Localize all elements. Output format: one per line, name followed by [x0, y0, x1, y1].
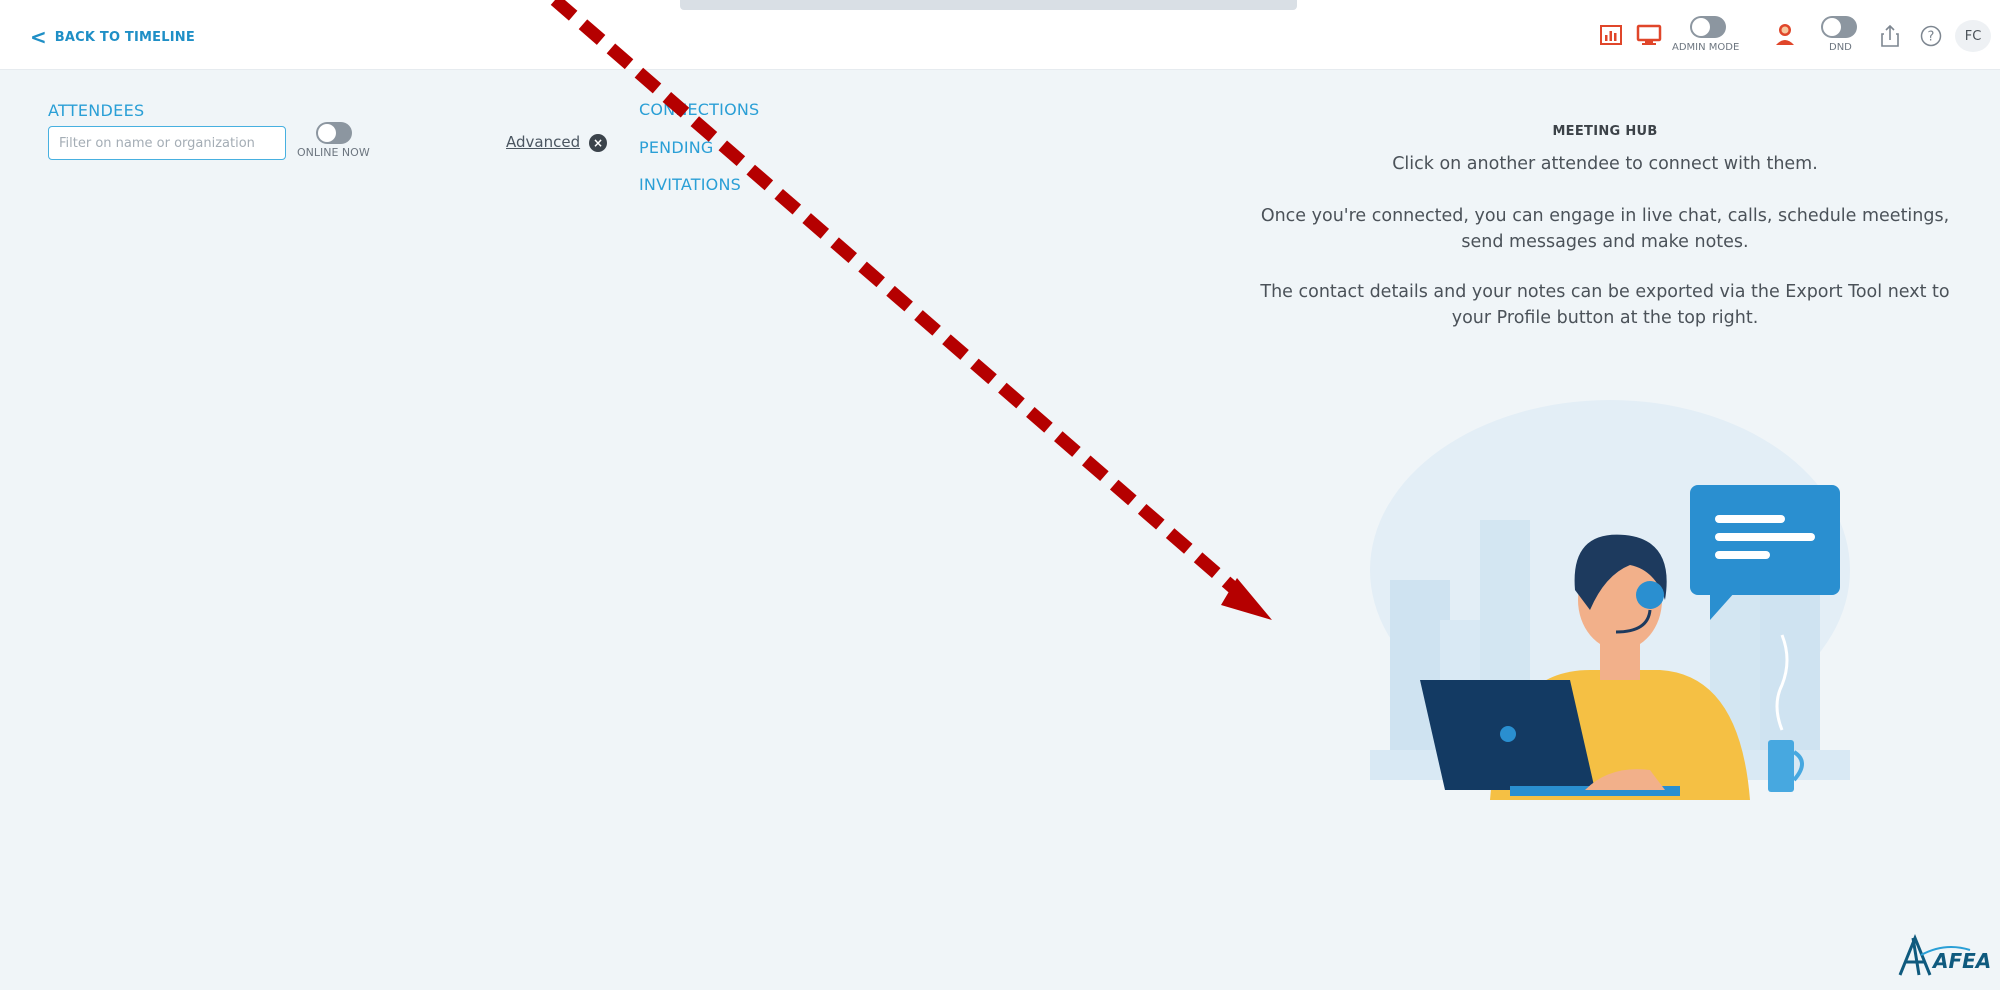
- support-agent-icon[interactable]: [1775, 22, 1795, 50]
- top-banner-strip: [680, 0, 1297, 10]
- back-to-timeline-link[interactable]: < BACK TO TIMELINE: [30, 27, 195, 47]
- hub-export-text: The contact details and your notes can b…: [1260, 282, 1950, 328]
- online-now-label: ONLINE NOW: [297, 146, 370, 159]
- tab-pending[interactable]: PENDING: [639, 138, 714, 157]
- help-icon[interactable]: ?: [1920, 25, 1942, 51]
- support-agent-illustration: [1370, 400, 1850, 800]
- tab-invitations[interactable]: INVITATIONS: [639, 175, 741, 194]
- attendee-filter-input[interactable]: [48, 126, 286, 160]
- profile-avatar[interactable]: FC: [1955, 20, 1991, 52]
- svg-text:?: ?: [1928, 30, 1935, 45]
- profile-initials: FC: [1964, 28, 1982, 44]
- clear-advanced-icon[interactable]: ×: [589, 134, 607, 152]
- admin-mode-label: ADMIN MODE: [1672, 42, 1740, 53]
- hub-connected-text: Once you're connected, you can engage in…: [1260, 206, 1950, 252]
- analytics-icon[interactable]: [1600, 25, 1622, 49]
- svg-text:AFEA: AFEA: [1931, 949, 1991, 973]
- monitor-icon[interactable]: [1636, 24, 1662, 50]
- admin-mode-toggle[interactable]: [1690, 16, 1726, 38]
- attendees-title: ATTENDEES: [48, 101, 145, 120]
- top-bar: < BACK TO TIMELINE ADMIN MODE DND ? FC: [0, 0, 2000, 70]
- export-icon[interactable]: [1881, 24, 1899, 51]
- advanced-filter-link[interactable]: Advanced: [506, 133, 580, 151]
- tab-connections[interactable]: CONNECTIONS: [639, 100, 759, 119]
- meeting-hub-panel: MEETING HUB Click on another attendee to…: [1240, 124, 1970, 331]
- back-to-timeline-label: BACK TO TIMELINE: [54, 29, 195, 45]
- dnd-label: DND: [1829, 42, 1852, 53]
- online-now-toggle[interactable]: [316, 122, 352, 144]
- hub-instruction-text: Click on another attendee to connect wit…: [1392, 154, 1818, 174]
- dnd-toggle[interactable]: [1821, 16, 1857, 38]
- chevron-left-icon: <: [30, 25, 47, 49]
- afea-logo: AFEA: [1898, 934, 1991, 976]
- meeting-hub-title: MEETING HUB: [1552, 124, 1658, 139]
